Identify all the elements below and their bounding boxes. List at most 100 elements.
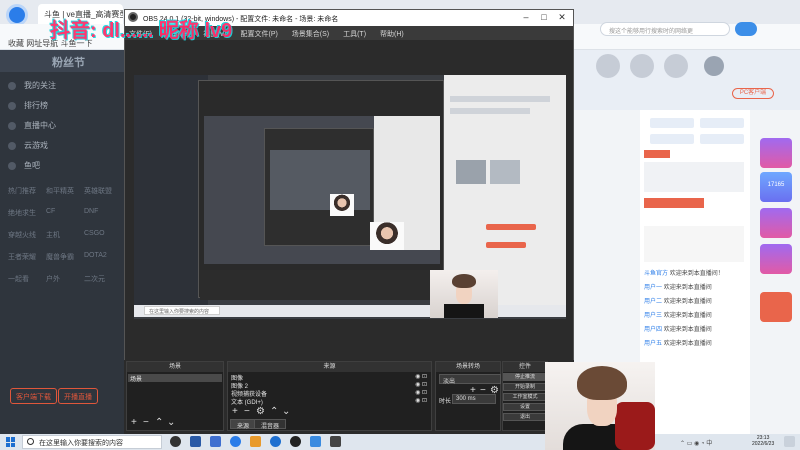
browser-search-button[interactable]: [735, 22, 757, 36]
preview-obs-docks: [200, 270, 442, 300]
streamer-webcam: [545, 362, 655, 450]
add-scene-button[interactable]: +: [131, 418, 137, 428]
category-item[interactable]: 一起看: [8, 274, 29, 284]
remove-source-button[interactable]: −: [244, 407, 250, 417]
eye-icon[interactable]: ◉ ⊡: [415, 373, 427, 380]
minimize-button[interactable]: –: [520, 11, 532, 23]
transitions-header: 场景转场: [436, 362, 500, 372]
close-button[interactable]: ✕: [556, 11, 568, 23]
category-item[interactable]: CF: [46, 208, 55, 215]
gift-icon[interactable]: [760, 138, 792, 168]
sidebar-item-live-center[interactable]: 直播中心: [8, 120, 56, 131]
chat-message: 斗鱼官方 欢迎来到本直播间！: [644, 271, 724, 277]
gear-icon[interactable]: ⚙: [256, 407, 265, 417]
category-item[interactable]: DOTA2: [84, 252, 107, 259]
game-icon[interactable]: [596, 54, 620, 78]
sidebar-item-follow[interactable]: 我的关注: [8, 80, 56, 91]
remove-scene-button[interactable]: −: [143, 418, 149, 428]
history-icon[interactable]: [664, 54, 688, 78]
scenes-dock: 场景 场景 + − ⌃ ⌄: [126, 361, 224, 431]
duration-input[interactable]: 300 ms: [452, 394, 496, 404]
search-icon: [27, 438, 34, 445]
chat-tag[interactable]: [700, 134, 744, 144]
douyu-banner-text: 粉丝节: [52, 57, 85, 69]
gift-icon[interactable]: [760, 244, 792, 274]
category-item[interactable]: 热门推荐: [8, 186, 36, 196]
app-taskbar-icon[interactable]: [310, 436, 321, 447]
eye-icon[interactable]: ◉ ⊡: [415, 397, 427, 404]
browser-taskbar-icon[interactable]: [230, 436, 241, 447]
category-item[interactable]: 英雄联盟: [84, 186, 112, 196]
eye-icon[interactable]: ◉ ⊡: [415, 389, 427, 396]
category-item[interactable]: 王者荣耀: [8, 252, 36, 262]
category-item[interactable]: 二次元: [84, 274, 105, 284]
source-item[interactable]: 文本 (GDI+): [231, 397, 263, 406]
stop-streaming-button[interactable]: 停止推流: [503, 373, 547, 381]
pc-client-button[interactable]: PC客户端: [732, 88, 774, 99]
notification-icon[interactable]: [784, 436, 795, 447]
douyin-watermark: 抖音: dl...... 昵称 lv9: [50, 20, 233, 42]
source-down-button[interactable]: ⌄: [282, 407, 290, 417]
sidebar-item-cloud-game[interactable]: 云游戏: [8, 140, 48, 151]
category-item[interactable]: 和平精英: [46, 186, 74, 196]
eye-icon[interactable]: ◉ ⊡: [415, 381, 427, 388]
menu-profile[interactable]: 配置文件(P): [241, 31, 278, 38]
taskbar-search-input[interactable]: 在这里输入你要搜索的内容: [22, 435, 162, 449]
obs-taskbar-icon[interactable]: [290, 436, 301, 447]
start-live-button[interactable]: 开播直播: [58, 388, 98, 404]
menu-help[interactable]: 帮助(H): [380, 31, 404, 38]
tab-mixer[interactable]: 混音器: [254, 419, 287, 430]
source-up-button[interactable]: ⌃: [270, 407, 278, 417]
sources-header: 来源: [228, 362, 431, 372]
client-download-button[interactable]: 客户端下载: [10, 388, 57, 404]
start-recording-button[interactable]: 开始录制: [503, 383, 547, 391]
heart-icon: [8, 81, 16, 90]
clock[interactable]: 23:13 2022/6/23: [752, 435, 774, 447]
cortana-icon[interactable]: [170, 436, 181, 447]
category-item[interactable]: CSGO: [84, 230, 105, 237]
scene-down-button[interactable]: ⌄: [167, 418, 175, 428]
system-tray[interactable]: ⌃ ▭ ◉ ◔ 中: [680, 438, 712, 447]
category-item[interactable]: 魔兽争霸: [46, 252, 74, 262]
category-item[interactable]: 户外: [46, 274, 60, 284]
category-item[interactable]: 穿越火线: [8, 230, 36, 240]
add-source-button[interactable]: +: [232, 407, 238, 417]
studio-mode-button[interactable]: 工作室模式: [503, 393, 547, 401]
sidebar-item-rank[interactable]: 排行榜: [8, 100, 48, 111]
browser-logo-icon[interactable]: [6, 4, 28, 26]
browser-search-input[interactable]: 搜这个能够用行搜索时的网络更: [600, 22, 730, 36]
maximize-button[interactable]: □: [538, 11, 550, 23]
gift-icon[interactable]: [760, 208, 792, 238]
app-taskbar-icon[interactable]: [250, 436, 261, 447]
hair: [452, 274, 476, 288]
exit-button[interactable]: 退出: [503, 413, 547, 421]
preview-row: [450, 96, 550, 102]
chat-tag[interactable]: [650, 134, 694, 144]
tab-sources[interactable]: 来源: [230, 419, 257, 430]
settings-button[interactable]: 设置: [503, 403, 547, 411]
preview-thumb: [490, 160, 520, 184]
sidebar-item-yuba[interactable]: 鱼吧: [8, 160, 40, 171]
windows-start-icon[interactable]: [6, 437, 16, 447]
chat-tag[interactable]: [650, 118, 694, 128]
gift-icon[interactable]: [760, 292, 792, 322]
feather-icon[interactable]: [210, 436, 221, 447]
app-taskbar-icon[interactable]: [270, 436, 281, 447]
hair: [577, 366, 627, 400]
category-item[interactable]: DNF: [84, 208, 98, 215]
menu-tools[interactable]: 工具(T): [343, 31, 366, 38]
avatar[interactable]: [704, 56, 724, 76]
category-item[interactable]: 主机: [46, 230, 60, 240]
app-taskbar-icon[interactable]: [330, 436, 341, 447]
category-item[interactable]: 绝地求生: [8, 208, 36, 218]
scene-up-button[interactable]: ⌃: [155, 418, 163, 428]
fan-card: [644, 162, 744, 192]
video-icon[interactable]: [630, 54, 654, 78]
menu-scene-collection[interactable]: 场景集合(S): [292, 31, 329, 38]
transition-select[interactable]: 淡出: [439, 374, 501, 385]
preview-webcam-source[interactable]: [430, 270, 498, 318]
chat-tag[interactable]: [700, 118, 744, 128]
task-view-icon[interactable]: [190, 436, 201, 447]
gift-count-badge[interactable]: 17165: [760, 172, 792, 202]
scene-item[interactable]: 场景: [130, 374, 142, 383]
